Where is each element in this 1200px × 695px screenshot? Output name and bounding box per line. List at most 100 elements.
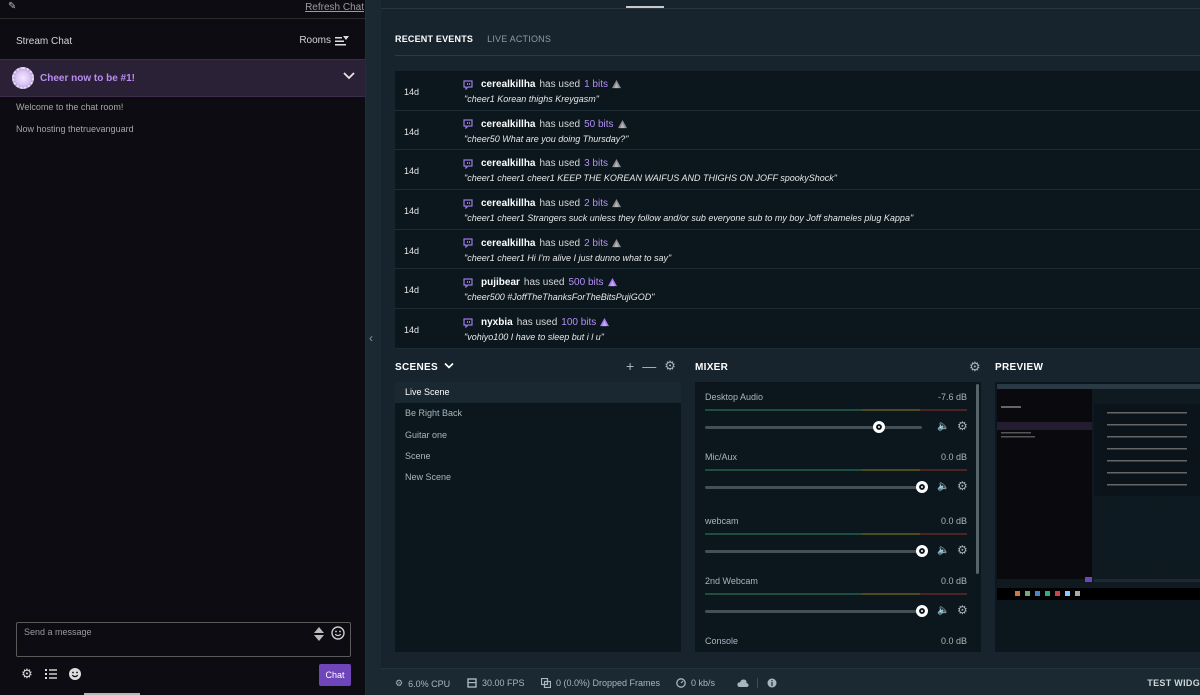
- scene-item[interactable]: Guitar one: [395, 425, 681, 446]
- refresh-chat-link[interactable]: Refresh Chat: [305, 2, 364, 13]
- chat-message-input[interactable]: [24, 627, 304, 637]
- scene-item[interactable]: New Scene: [395, 467, 681, 488]
- chat-bubble-icon: [463, 238, 473, 249]
- event-message: "cheer1 Korean thighs Kreygasm": [464, 94, 599, 104]
- list-icon[interactable]: [44, 667, 58, 681]
- speaker-icon[interactable]: 🔈: [937, 545, 949, 556]
- cpu-value: 6.0% CPU: [408, 678, 451, 689]
- event-row[interactable]: 14d cerealkillha has used 50 bits "cheer…: [395, 110, 1200, 151]
- event-action: has used: [539, 198, 581, 210]
- event-row[interactable]: 14d cerealkillha has used 2 bits "cheer1…: [395, 229, 1200, 270]
- chevron-down-icon[interactable]: [343, 70, 355, 82]
- event-user[interactable]: cerealkillha: [481, 79, 535, 90]
- chevron-left-icon[interactable]: ‹: [369, 331, 373, 345]
- emoji-icon[interactable]: [331, 626, 345, 640]
- scene-item[interactable]: Scene: [395, 446, 681, 467]
- chevron-down-icon: [444, 362, 454, 369]
- event-user[interactable]: cerealkillha: [481, 158, 535, 169]
- event-row[interactable]: 14d nyxbia has used 100 bits "vohiyo100 …: [395, 309, 1200, 349]
- dropped-value: 0 (0.0%) Dropped Frames: [556, 678, 661, 688]
- event-title: cerealkillha has used 50 bits: [463, 119, 627, 130]
- speaker-icon[interactable]: 🔈: [937, 481, 949, 492]
- event-title: nyxbia has used 100 bits: [463, 317, 610, 328]
- scene-item[interactable]: Live Scene: [395, 382, 681, 404]
- tabs-divider: [395, 55, 1200, 56]
- mixer-source: Mic/Aux 0.0 dB 🔈 ⚙: [705, 452, 968, 502]
- info-icon[interactable]: [767, 678, 777, 688]
- recent-events-list: 14d cerealkillha has used 1 bits "cheer1…: [395, 71, 1200, 349]
- event-action: has used: [539, 158, 581, 170]
- gear-icon[interactable]: ⚙: [664, 358, 676, 374]
- mixer-source: webcam 0.0 dB 🔈 ⚙: [705, 516, 968, 566]
- pencil-icon[interactable]: ✎: [8, 2, 18, 12]
- gear-icon[interactable]: ⚙: [20, 667, 34, 681]
- volume-slider-knob[interactable]: [916, 481, 928, 493]
- event-user[interactable]: cerealkillha: [481, 119, 535, 130]
- event-user[interactable]: nyxbia: [481, 317, 513, 328]
- add-icon[interactable]: +: [626, 358, 634, 374]
- chat-bubble-icon: [463, 278, 473, 288]
- rooms-button[interactable]: Rooms: [299, 35, 349, 46]
- event-bits: 50 bits: [584, 118, 614, 130]
- mixer-source-name: Console: [705, 636, 739, 646]
- bits-gem-icon: [611, 199, 621, 208]
- frames-icon: [541, 678, 551, 688]
- mixer-scrollbar[interactable]: [976, 384, 979, 574]
- chat-bubble-icon: [463, 318, 473, 328]
- chat-header: Stream Chat Rooms: [0, 18, 365, 59]
- gear-icon[interactable]: ⚙: [957, 479, 968, 493]
- gear-icon[interactable]: ⚙: [957, 603, 968, 617]
- top-divider: [381, 8, 1200, 9]
- speaker-icon[interactable]: 🔈: [937, 605, 949, 616]
- cloud-icon[interactable]: [737, 678, 749, 688]
- rooms-label: Rooms: [299, 35, 331, 46]
- tab-live-actions[interactable]: LIVE ACTIONS: [487, 34, 551, 50]
- smiley-icon[interactable]: [68, 667, 82, 681]
- collapse-chat-handle[interactable]: ‹: [366, 0, 381, 695]
- volume-slider[interactable]: [705, 486, 922, 489]
- speaker-icon[interactable]: 🔈: [937, 421, 949, 432]
- event-row[interactable]: 14d cerealkillha has used 3 bits "cheer1…: [395, 150, 1200, 191]
- mixer-source-db: 0.0 dB: [940, 516, 967, 526]
- chat-input-box[interactable]: [16, 622, 351, 657]
- volume-slider-knob[interactable]: [873, 421, 885, 433]
- test-widgets-button[interactable]: TEST WIDG: [1147, 678, 1200, 688]
- remove-icon[interactable]: —: [642, 358, 656, 374]
- tab-recent-events[interactable]: RECENT EVENTS: [395, 34, 473, 50]
- event-row[interactable]: 14d pujibear has used 500 bits "cheer500…: [395, 269, 1200, 310]
- gear-icon[interactable]: ⚙: [957, 419, 968, 433]
- event-bits: 2 bits: [584, 198, 608, 210]
- bandwidth-stat: 0 kb/s: [676, 678, 715, 688]
- event-user[interactable]: cerealkillha: [481, 238, 535, 249]
- volume-slider[interactable]: [705, 550, 922, 553]
- cpu-stat: ⚙ 6.0% CPU: [395, 678, 450, 689]
- bits-gem-icon: [611, 159, 621, 168]
- bits-gem-icon: [617, 119, 627, 128]
- chat-send-button[interactable]: Chat: [319, 664, 351, 686]
- event-row[interactable]: 14d cerealkillha has used 2 bits "cheer1…: [395, 190, 1200, 230]
- scenes-title[interactable]: SCENES: [395, 362, 454, 373]
- scene-item[interactable]: Be Right Back: [395, 403, 681, 424]
- volume-slider[interactable]: [705, 426, 922, 429]
- event-user[interactable]: pujibear: [481, 277, 520, 288]
- fps-stat: 30.00 FPS: [467, 678, 525, 688]
- event-row[interactable]: 14d cerealkillha has used 1 bits "cheer1…: [395, 71, 1200, 111]
- event-user[interactable]: cerealkillha: [481, 198, 535, 209]
- mixer-source-name: webcam: [705, 516, 739, 526]
- volume-slider[interactable]: [705, 610, 922, 613]
- gear-icon[interactable]: ⚙: [969, 359, 981, 375]
- mixer-source: Desktop Audio -7.6 dB 🔈 ⚙: [705, 392, 968, 442]
- bits-gem-icon: [611, 80, 621, 89]
- event-title: cerealkillha has used 2 bits: [463, 198, 621, 209]
- mixer-source-db: 0.0 dB: [940, 452, 967, 462]
- volume-slider-knob[interactable]: [916, 605, 928, 617]
- cheer-badge-icon: [12, 67, 34, 89]
- bits-updown-icon[interactable]: [314, 627, 324, 641]
- gear-icon[interactable]: ⚙: [957, 543, 968, 557]
- cheer-banner[interactable]: Cheer now to be #1!: [0, 59, 365, 97]
- volume-slider-knob[interactable]: [916, 545, 928, 557]
- fps-value: 30.00 FPS: [482, 678, 525, 688]
- event-message: "cheer500 #JoffTheThanksForTheBitsPujiGO…: [464, 292, 655, 303]
- preview-title: PREVIEW: [995, 362, 1044, 373]
- event-age: 14d: [404, 87, 420, 97]
